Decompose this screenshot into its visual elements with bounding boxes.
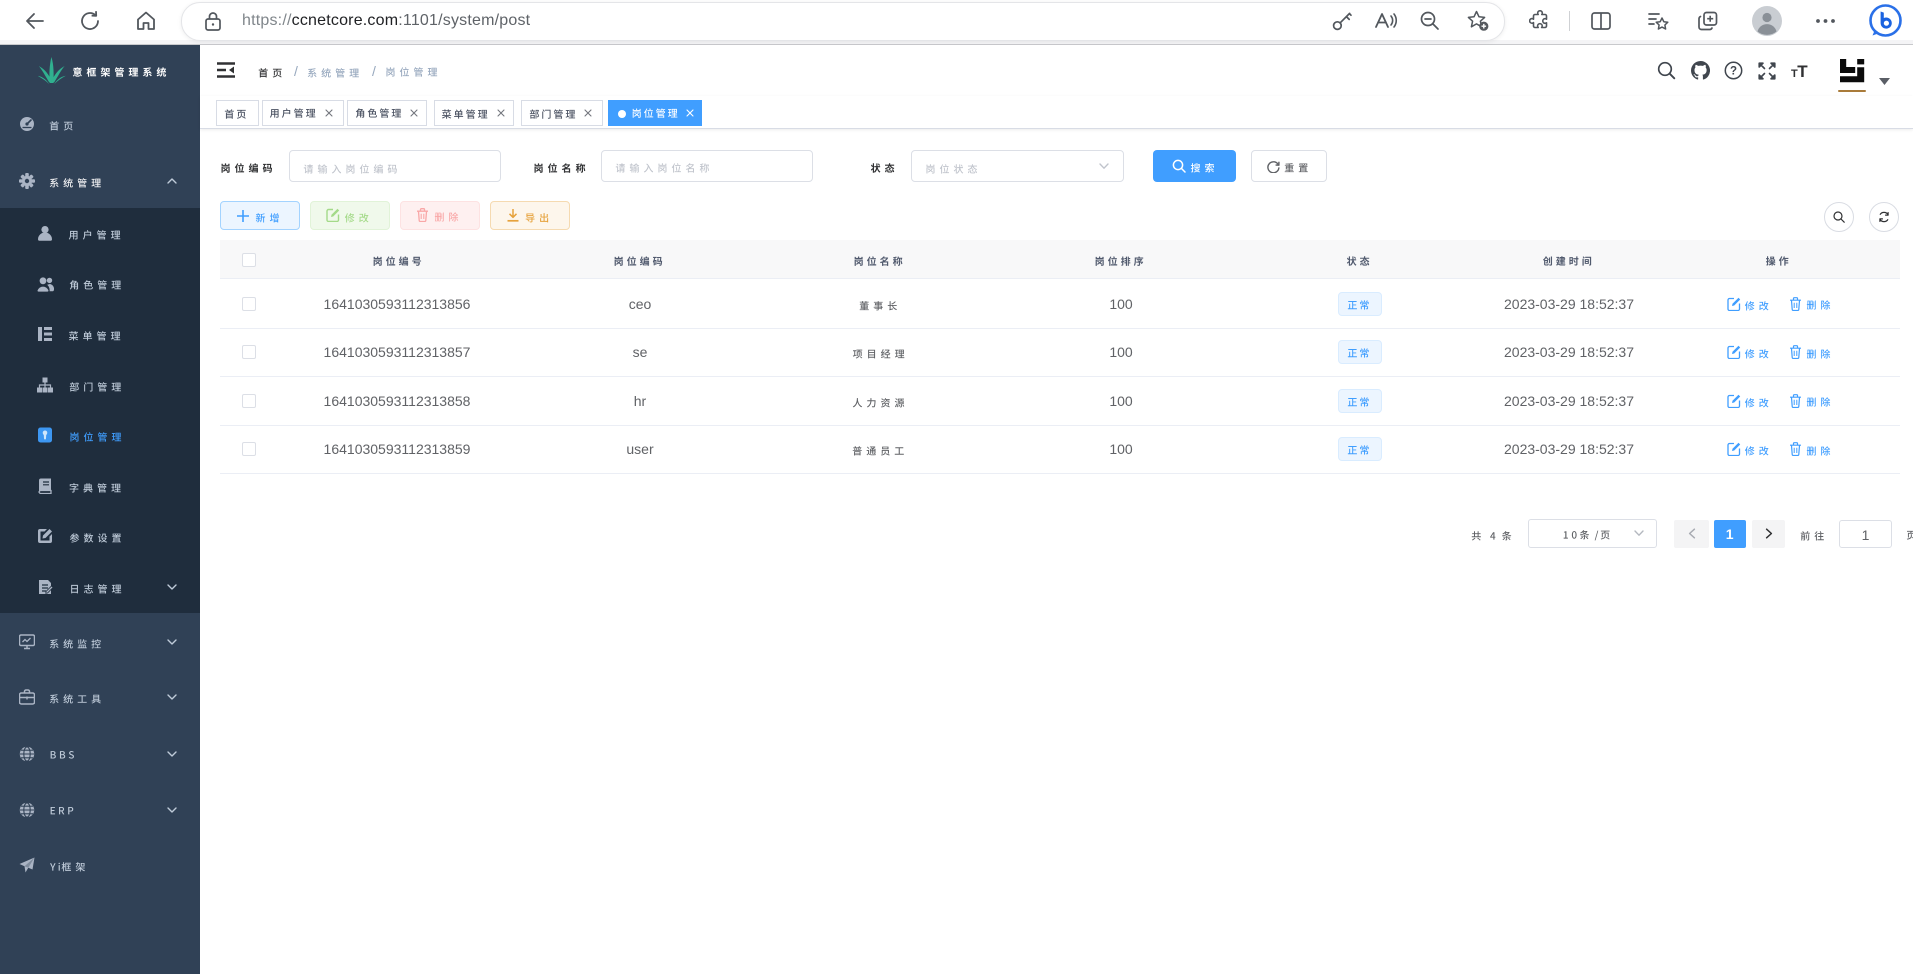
svg-text:?: ? [1730, 66, 1737, 78]
